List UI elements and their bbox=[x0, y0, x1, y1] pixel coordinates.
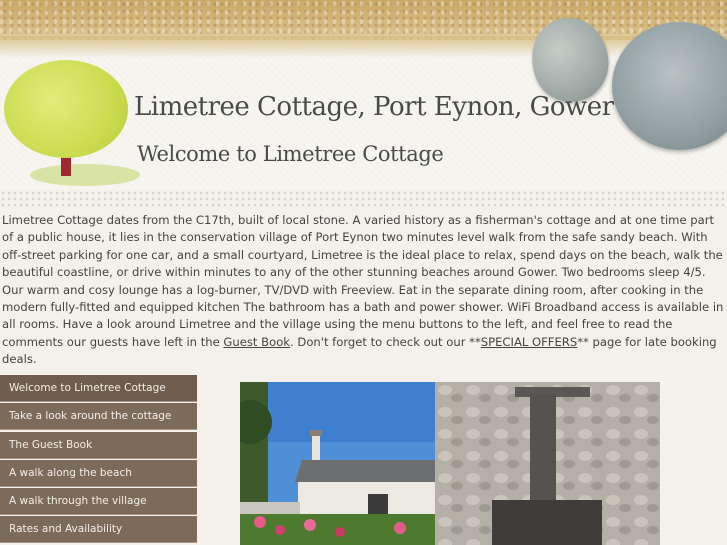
nav-item-beach-walk[interactable]: A walk along the beach bbox=[0, 459, 197, 487]
site-title: Limetree Cottage, Port Eynon, Gower bbox=[134, 92, 614, 122]
intro-paragraph: Limetree Cottage dates from the C17th, b… bbox=[2, 212, 727, 369]
nav-item-cottage[interactable]: Take a look around the cottage bbox=[0, 403, 197, 431]
intro-text: Limetree Cottage dates from the C17th, b… bbox=[2, 213, 724, 349]
special-offers-link[interactable]: SPECIAL OFFERS bbox=[481, 335, 577, 349]
nav-item-guest-book[interactable]: The Guest Book bbox=[0, 431, 197, 459]
sand-edge bbox=[0, 36, 727, 58]
tree-logo-shadow bbox=[30, 164, 140, 186]
cottage-photo bbox=[240, 382, 660, 545]
nav-item-village-walk[interactable]: A walk through the village bbox=[0, 488, 197, 516]
page-subtitle: Welcome to Limetree Cottage bbox=[137, 142, 444, 166]
cottage-photo-image bbox=[240, 382, 660, 545]
tree-logo bbox=[4, 60, 128, 158]
nav-item-welcome[interactable]: Welcome to Limetree Cottage bbox=[0, 375, 197, 402]
guest-book-link[interactable]: Guest Book bbox=[223, 335, 290, 349]
nav-item-rates[interactable]: Rates and Availability bbox=[0, 516, 197, 544]
divider bbox=[0, 190, 727, 208]
intro-text: . Don't forget to check out our ** bbox=[290, 334, 481, 349]
sidebar-menu: Welcome to Limetree Cottage Take a look … bbox=[0, 375, 197, 545]
